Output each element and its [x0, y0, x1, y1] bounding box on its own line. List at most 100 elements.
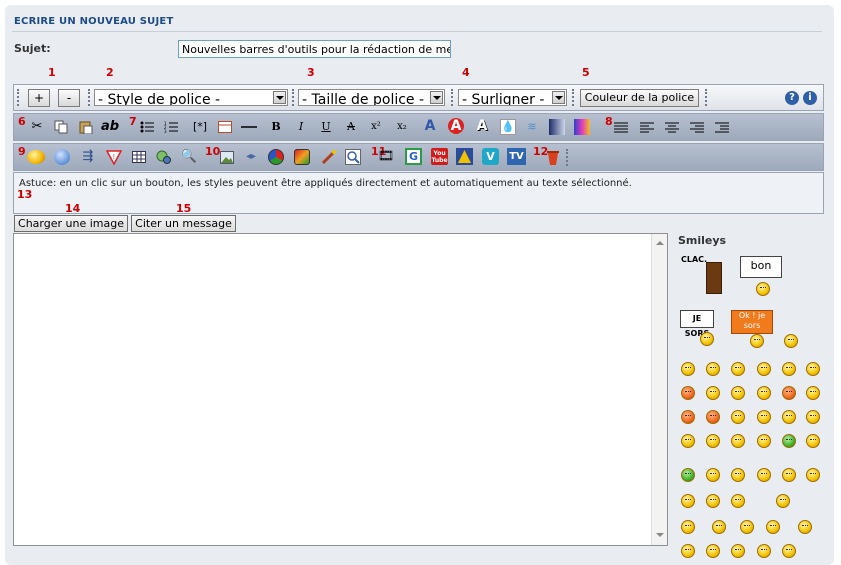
tv-icon[interactable]: TV: [507, 148, 526, 165]
trash-icon[interactable]: [545, 149, 561, 165]
strikethrough-icon[interactable]: A: [343, 119, 359, 135]
table-icon[interactable]: [217, 119, 233, 135]
smiley-icon[interactable]: [712, 520, 726, 534]
smiley-icon[interactable]: [750, 334, 764, 348]
align-justify-icon[interactable]: [613, 119, 629, 135]
align-right-icon[interactable]: [689, 119, 705, 135]
quote-icon[interactable]: ⇶: [80, 149, 96, 165]
scroll-up-icon[interactable]: [656, 241, 664, 245]
smiley-icon[interactable]: [782, 410, 796, 424]
bold-icon[interactable]: B: [268, 119, 284, 135]
help-icon[interactable]: ?: [785, 91, 799, 105]
hide-icon[interactable]: [156, 149, 172, 165]
google-icon[interactable]: G: [405, 148, 422, 165]
smiley-icon[interactable]: [706, 468, 720, 482]
align-center-icon[interactable]: [664, 119, 680, 135]
horizontal-rule-icon[interactable]: [241, 119, 257, 135]
smiley-icon[interactable]: [706, 410, 720, 424]
color-picker-icon[interactable]: [345, 149, 361, 165]
smiley-icon[interactable]: [681, 410, 695, 424]
superscript-icon[interactable]: x²: [368, 119, 384, 135]
highlight-select[interactable]: - Surligner -: [458, 89, 567, 106]
smiley-icon[interactable]: [731, 434, 745, 448]
bon-sign-smiley[interactable]: bon: [740, 256, 782, 278]
wand-icon[interactable]: [321, 149, 337, 165]
smiley-icon[interactable]: [731, 494, 745, 508]
blur-icon[interactable]: 💧: [500, 119, 516, 135]
smiley-icon[interactable]: [806, 434, 820, 448]
smiley-icon[interactable]: [782, 468, 796, 482]
scroll-down-icon[interactable]: [656, 533, 664, 537]
smiley-icon[interactable]: [681, 494, 695, 508]
smiley-icon[interactable]: [757, 362, 771, 376]
image-icon[interactable]: [219, 149, 235, 165]
table-grid-icon[interactable]: [131, 149, 147, 165]
subscript-icon[interactable]: x₂: [394, 119, 410, 135]
decrease-size-button[interactable]: -: [58, 89, 80, 107]
smiley-icon[interactable]: [681, 362, 695, 376]
dailymotion-icon[interactable]: [456, 148, 473, 165]
align-left-icon[interactable]: [639, 119, 655, 135]
underline-icon[interactable]: U: [318, 119, 334, 135]
smiley-icon[interactable]: [731, 362, 745, 376]
info-icon[interactable]: i: [803, 91, 817, 105]
smiley-icon[interactable]: [681, 434, 695, 448]
smiley-icon[interactable]: [806, 468, 820, 482]
smiley-icon[interactable]: [782, 434, 796, 448]
ok-je-sors-sign-smiley[interactable]: Ok ! je sors: [731, 310, 773, 334]
smiley-icon[interactable]: [706, 362, 720, 376]
font-style-select[interactable]: - Style de police -: [94, 89, 288, 106]
font-shadow-icon[interactable]: A: [474, 118, 490, 134]
numbered-list-icon[interactable]: 123: [163, 119, 179, 135]
list-item-icon[interactable]: [*]: [190, 119, 210, 135]
anime-icon[interactable]: [294, 149, 310, 165]
smiley-icon[interactable]: [776, 494, 790, 508]
spellcheck-icon[interactable]: ab: [101, 119, 119, 135]
smiley-icon[interactable]: [681, 544, 695, 558]
font-color-button[interactable]: Couleur de la police: [580, 89, 699, 107]
vimeo-icon[interactable]: V: [482, 148, 499, 165]
flash-icon[interactable]: [268, 149, 284, 165]
smiley-icon[interactable]: [706, 544, 720, 558]
smiley-icon[interactable]: [731, 410, 745, 424]
smiley-icon[interactable]: [782, 544, 796, 558]
smiley-icon[interactable]: [681, 468, 695, 482]
smiley-icon[interactable]: [806, 386, 820, 400]
jesors-sign-smiley[interactable]: JE SORS: [680, 310, 714, 338]
bullet-list-icon[interactable]: [139, 119, 155, 135]
scissors-icon[interactable]: ✂: [29, 119, 45, 135]
film-icon[interactable]: 🎞: [378, 149, 395, 165]
gradient-gray-icon[interactable]: [549, 119, 565, 135]
smiley-icon[interactable]: [798, 520, 812, 534]
smiley-icon[interactable]: [681, 386, 695, 400]
smiley-icon[interactable]: [756, 282, 770, 296]
font-size-icon[interactable]: A: [422, 118, 438, 134]
smiley-insert-icon[interactable]: [26, 149, 46, 165]
smiley-icon[interactable]: [806, 362, 820, 376]
message-textarea[interactable]: [13, 233, 668, 546]
door-smiley-icon[interactable]: [706, 262, 722, 294]
youtube-icon[interactable]: You Tube: [431, 148, 448, 165]
quote-message-button[interactable]: Citer un message: [131, 215, 236, 232]
smiley-icon[interactable]: [740, 520, 754, 534]
code-icon[interactable]: ◂▸: [243, 149, 259, 165]
smiley-icon[interactable]: [731, 468, 745, 482]
increase-size-button[interactable]: +: [28, 89, 50, 107]
smiley-icon[interactable]: [681, 520, 695, 534]
font-color-red-icon[interactable]: A: [448, 118, 464, 134]
smiley-icon[interactable]: [806, 410, 820, 424]
spoiler-icon[interactable]: !: [106, 149, 122, 165]
search-icon[interactable]: 🔍: [181, 149, 197, 165]
smiley-icon[interactable]: [700, 332, 714, 346]
smiley-icon[interactable]: [757, 544, 771, 558]
smiley-icon[interactable]: [782, 386, 796, 400]
indent-icon[interactable]: [714, 119, 730, 135]
wave-icon[interactable]: ≋: [524, 119, 540, 135]
smiley-icon[interactable]: [784, 334, 798, 348]
font-size-select[interactable]: - Taille de police -: [298, 89, 445, 106]
italic-icon[interactable]: I: [293, 119, 309, 135]
subject-input[interactable]: [178, 40, 451, 58]
smiley-icon[interactable]: [706, 494, 720, 508]
smiley-icon[interactable]: [766, 520, 780, 534]
globe-link-icon[interactable]: [54, 149, 70, 165]
